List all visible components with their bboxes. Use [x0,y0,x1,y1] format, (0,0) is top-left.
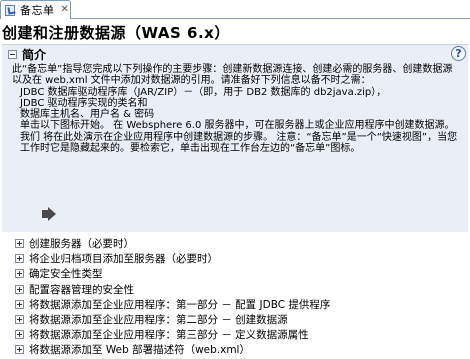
task-item[interactable]: 将数据源添加至 Web 部署描述符（web.xml） [15,342,465,357]
intro-requirement: 数据库主机名、用户名 & 密码 [20,109,155,121]
expand-icon[interactable] [15,315,24,325]
expand-icon[interactable] [15,330,24,340]
expand-icon[interactable] [15,239,24,249]
intro-requirement: JDBC 驱动程序实现的类名和 [20,97,148,109]
task-label: 确定安全性类型 [29,268,103,281]
task-label: 将数据源添加至企业应用程序：第三部分 － 定义数据源属性 [29,329,309,342]
task-item[interactable]: 将数据源添加至企业应用程序：第一部分 － 配置 JDBC 提供程序 [15,297,465,312]
help-icon[interactable]: ? [451,46,466,61]
page-title: 创建和注册数据源（WAS 6.x） [2,24,230,42]
task-item[interactable]: 将企业归档项目添加至服务器（必要时） [15,251,465,266]
expand-icon[interactable] [15,345,24,355]
task-item[interactable]: 确定安全性类型 [15,266,465,281]
intro-paragraph: 单击以下图标开始。 在 Websphere 6.0 服务器中，可在服务器上或企业… [20,120,458,155]
editor-tab-strip: 备忘单 ✕ [0,0,470,19]
task-item[interactable]: 配置容器管理的安全性 [15,282,465,297]
intro-body: 此“备忘单”指导您完成以下列操作的主要步骤：创建新数据源连接、创建必需的服务器、… [12,64,462,154]
tab-label: 备忘单 [20,4,55,17]
intro-section: 简介 ? 此“备忘单”指导您完成以下列操作的主要步骤：创建新数据源连接、创建必需… [2,44,468,232]
task-label: 将数据源添加至企业应用程序：第一部分 － 配置 JDBC 提供程序 [29,298,331,311]
task-item[interactable]: 创建服务器（必要时） [15,236,465,251]
task-label: 将数据源添加至企业应用程序：第二部分 － 创建数据源 [29,314,288,327]
expand-icon[interactable] [15,254,24,264]
task-list: 创建服务器（必要时） 将企业归档项目添加至服务器（必要时） 确定安全性类型 配置… [15,236,465,358]
task-label: 创建服务器（必要时） [29,238,134,251]
expand-icon[interactable] [15,299,24,309]
intro-requirement: JDBC 数据库驱动程序库（JAR/ZIP）－（即，用于 DB2 数据库的 db… [20,86,387,98]
task-label: 将数据源添加至 Web 部署描述符（web.xml） [29,344,250,357]
start-arrow-icon[interactable] [42,207,58,221]
task-label: 将企业归档项目添加至服务器（必要时） [29,253,218,266]
intro-header[interactable]: 简介 [8,47,47,62]
cheat-sheet-icon [4,4,17,17]
task-item[interactable]: 将数据源添加至企业应用程序：第三部分 － 定义数据源属性 [15,327,465,342]
intro-title: 简介 [22,47,47,62]
task-label: 配置容器管理的安全性 [29,283,134,296]
collapse-icon[interactable] [8,49,17,59]
expand-icon[interactable] [15,269,24,279]
task-item[interactable]: 将数据源添加至企业应用程序：第二部分 － 创建数据源 [15,312,465,327]
intro-paragraph: 此“备忘单”指导您完成以下列操作的主要步骤：创建新数据源连接、创建必需的服务器、… [12,64,453,87]
expand-icon[interactable] [15,284,24,294]
close-icon[interactable]: ✕ [61,5,69,15]
tab-cheat-sheet[interactable]: 备忘单 ✕ [0,0,71,19]
